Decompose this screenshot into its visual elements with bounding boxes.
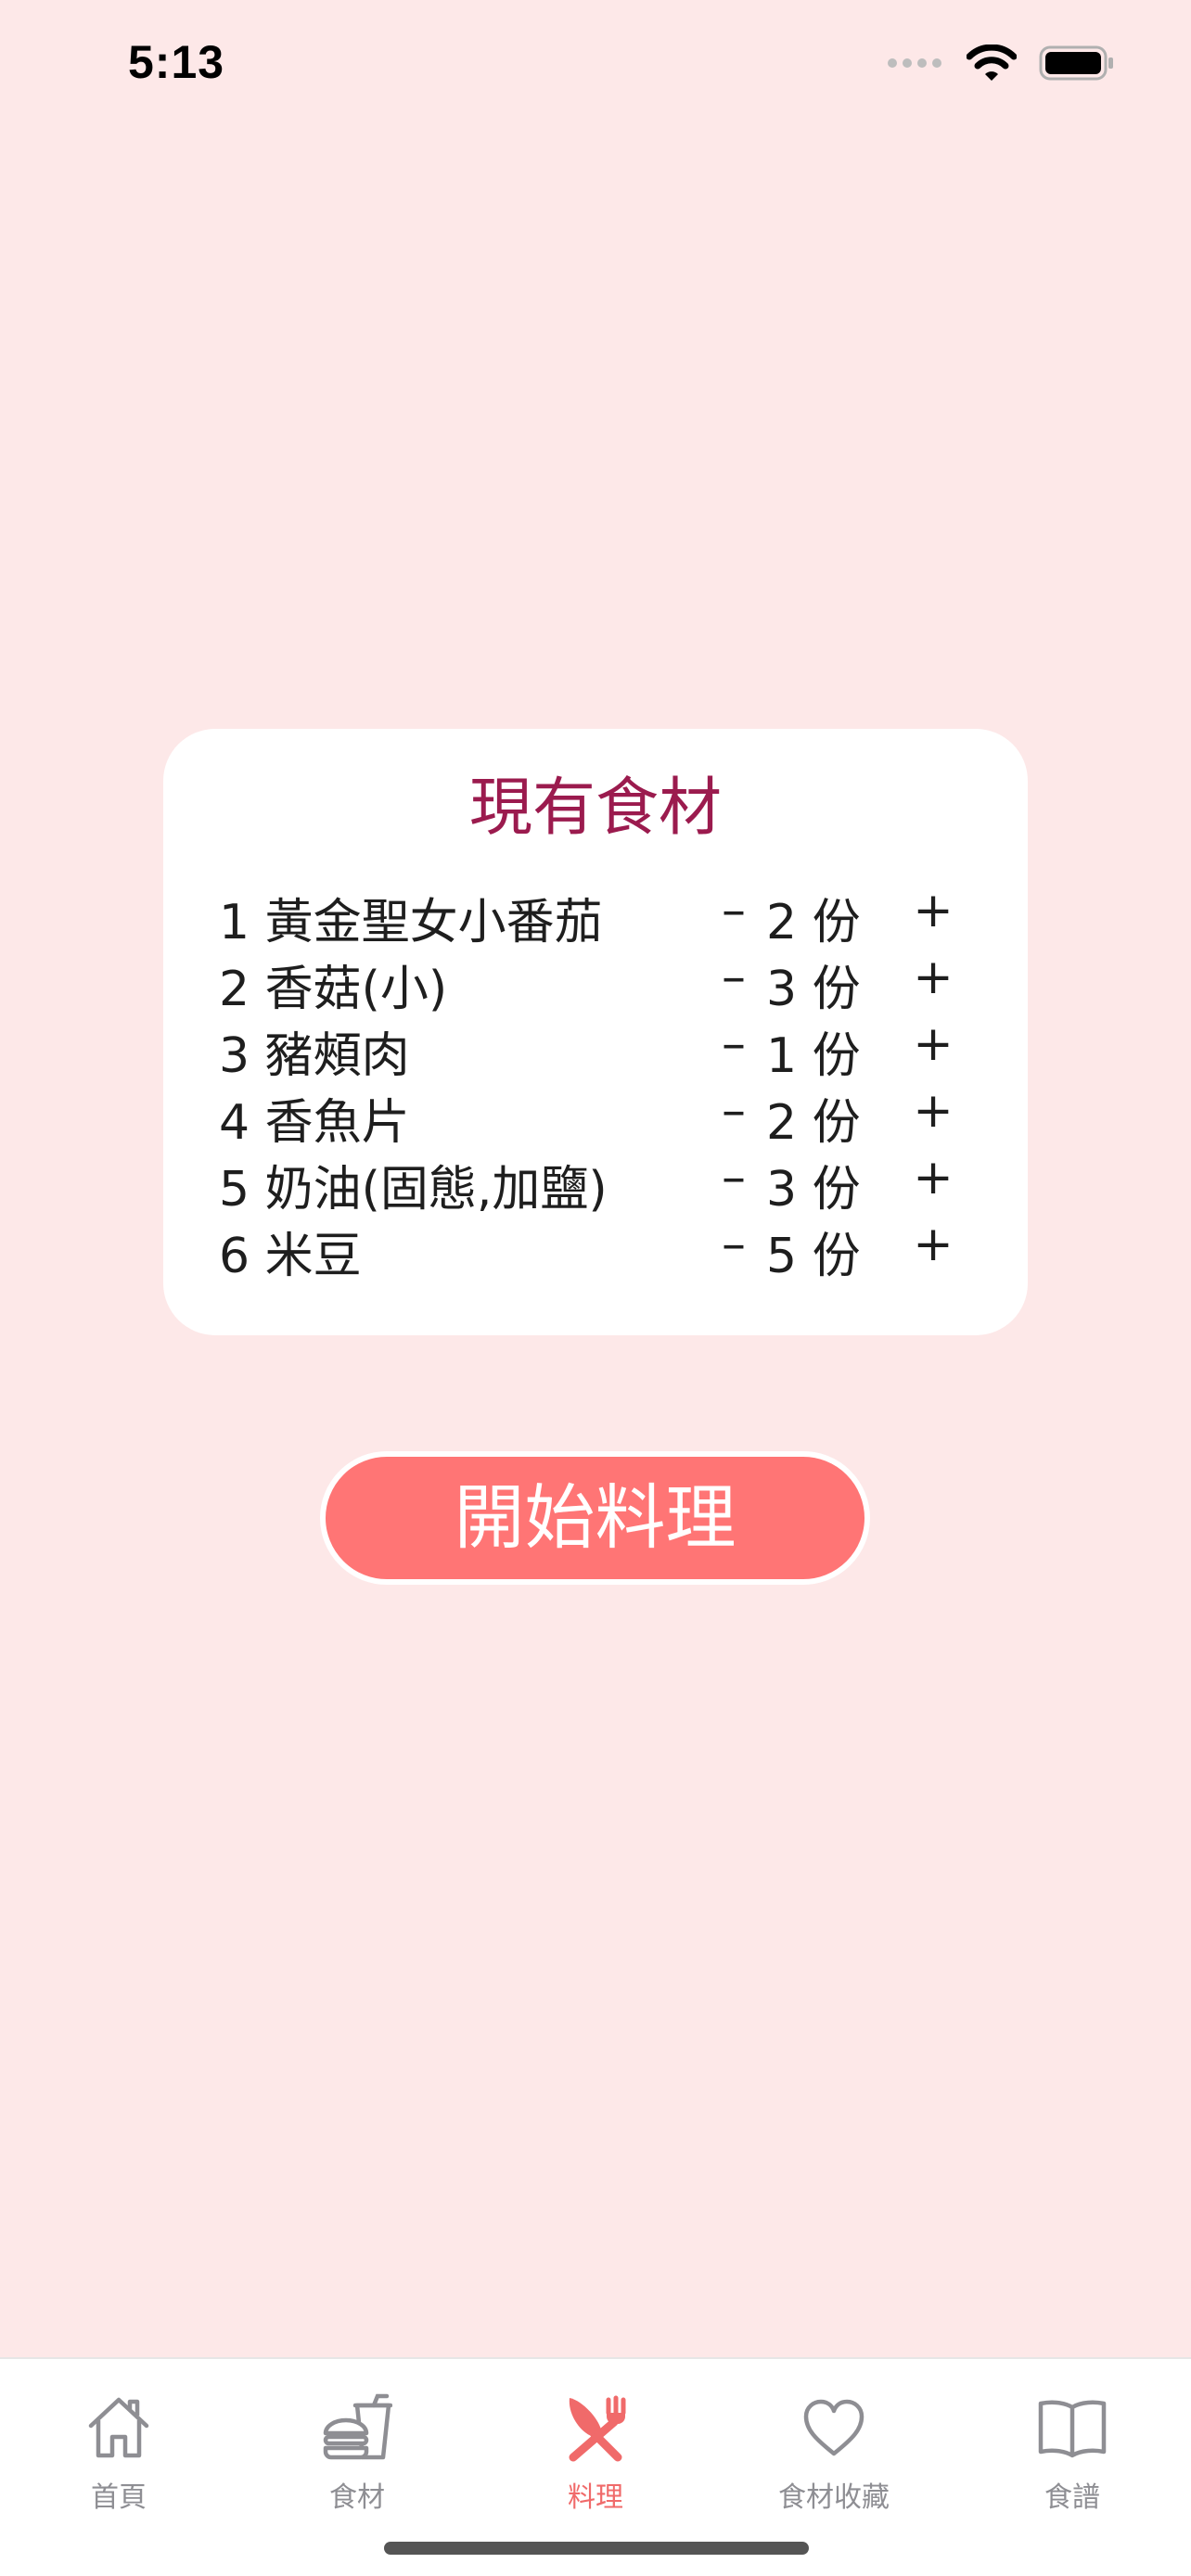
increase-button[interactable]: +	[905, 1217, 961, 1272]
ingredient-name: 1 黃金聖女小番茄	[219, 895, 603, 950]
wifi-icon	[967, 45, 1017, 81]
ingredient-quantity: 3 份	[766, 962, 861, 1017]
tab-ingredients[interactable]: 食材	[238, 2378, 476, 2526]
ingredient-name: 4 香魚片	[219, 1095, 410, 1151]
increase-button[interactable]: +	[905, 1016, 961, 1072]
decrease-button[interactable]: –	[711, 1150, 757, 1205]
tab-cooking[interactable]: 料理	[477, 2378, 714, 2526]
tab-recipes[interactable]: 食譜	[954, 2378, 1191, 2526]
ingredient-row: 4 香魚片 – 2 份 +	[219, 1078, 980, 1151]
status-bar: 5:13	[0, 0, 1191, 130]
tab-label: 食材收藏	[778, 2481, 890, 2514]
ingredient-quantity: 5 份	[766, 1229, 861, 1284]
tab-label: 料理	[568, 2481, 623, 2514]
decrease-button[interactable]: –	[711, 1016, 757, 1072]
heart-icon	[803, 2399, 864, 2456]
home-indicator[interactable]	[384, 2542, 809, 2555]
increase-button[interactable]: +	[905, 1083, 961, 1139]
ingredient-name: 6 米豆	[219, 1229, 362, 1284]
tab-home[interactable]: 首頁	[0, 2378, 237, 2526]
decrease-button[interactable]: –	[711, 1217, 757, 1272]
cellular-signal-icon	[888, 58, 941, 68]
card-title: 現有食材	[468, 772, 722, 845]
food-ingredients-icon	[323, 2393, 392, 2460]
increase-button[interactable]: +	[905, 1150, 961, 1205]
status-icons	[887, 45, 1115, 82]
home-icon	[88, 2397, 149, 2458]
ingredient-quantity: 2 份	[766, 895, 861, 950]
ingredient-row: 6 米豆 – 5 份 +	[219, 1211, 980, 1284]
cooking-screen: 5:13 現有食材 1 黃金聖女小番茄 – 2 份 + 2 香菇(小) – 3 …	[0, 0, 1191, 2576]
tab-label: 首頁	[91, 2481, 147, 2514]
ingredient-row: 5 奶油(固態,加鹽) – 3 份 +	[219, 1144, 980, 1218]
ingredient-row: 1 黃金聖女小番茄 – 2 份 +	[219, 877, 980, 950]
ingredients-card: 現有食材 1 黃金聖女小番茄 – 2 份 + 2 香菇(小) – 3 份 + 3…	[163, 729, 1028, 1335]
increase-button[interactable]: +	[905, 950, 961, 1005]
ingredient-name: 5 奶油(固態,加鹽)	[219, 1162, 608, 1218]
decrease-button[interactable]: –	[711, 1083, 757, 1139]
fork-knife-icon	[569, 2395, 626, 2462]
ingredient-quantity: 2 份	[766, 1095, 861, 1151]
ingredient-row: 3 豬頰肉 – 1 份 +	[219, 1011, 980, 1084]
ingredient-quantity: 3 份	[766, 1162, 861, 1218]
decrease-button[interactable]: –	[711, 950, 757, 1005]
increase-button[interactable]: +	[905, 883, 961, 938]
recipe-book-icon	[1038, 2400, 1107, 2458]
tab-label: 食材	[329, 2481, 385, 2514]
tab-favorites[interactable]: 食材收藏	[715, 2378, 953, 2526]
ingredient-quantity: 1 份	[766, 1028, 861, 1084]
ingredient-name: 3 豬頰肉	[219, 1028, 410, 1084]
decrease-button[interactable]: –	[711, 883, 757, 938]
ingredient-row: 2 香菇(小) – 3 份 +	[219, 944, 980, 1017]
status-time: 5:13	[128, 36, 225, 88]
battery-icon	[1039, 45, 1113, 81]
ingredient-name: 2 香菇(小)	[219, 962, 448, 1017]
tab-label: 食譜	[1044, 2481, 1100, 2514]
start-cooking-button[interactable]: 開始料理	[320, 1451, 870, 1585]
